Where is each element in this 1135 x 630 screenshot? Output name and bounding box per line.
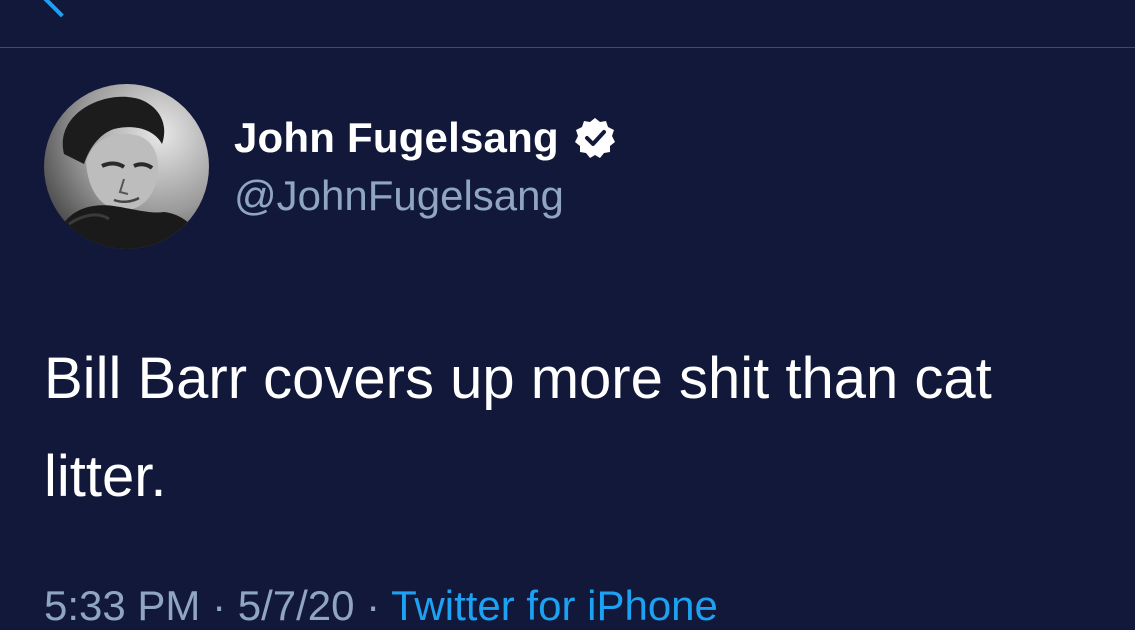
header-divider	[0, 47, 1135, 48]
author-display-name[interactable]: John Fugelsang	[234, 114, 559, 162]
author-handle[interactable]: @JohnFugelsang	[234, 172, 564, 220]
tweet-text: Bill Barr covers up more shit than cat l…	[44, 346, 992, 509]
tweet-metadata: 5:33 PM · 5/7/20 · Twitter for iPhone	[44, 582, 718, 630]
tweet-source-link[interactable]: Twitter for iPhone	[391, 582, 718, 629]
back-chevron-icon[interactable]	[42, 0, 80, 18]
avatar[interactable]	[44, 84, 209, 249]
author-name-row[interactable]: John Fugelsang	[234, 112, 617, 164]
avatar-image	[44, 84, 209, 249]
verified-badge-icon	[574, 118, 615, 158]
tweet-timestamp: 5:33 PM · 5/7/20 ·	[44, 582, 392, 629]
